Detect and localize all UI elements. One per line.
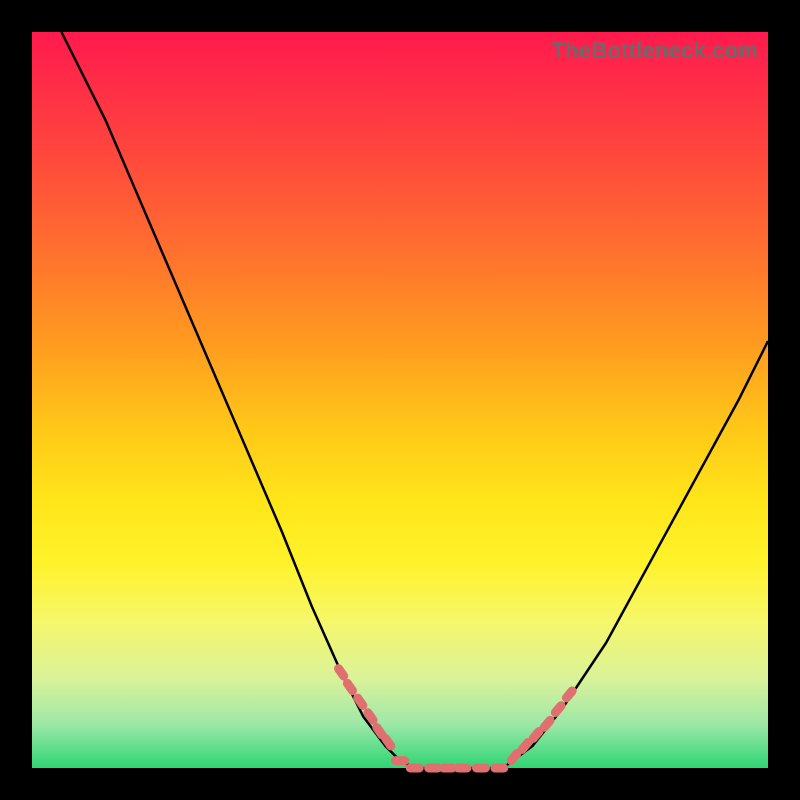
chart-svg [32, 32, 768, 768]
data-marker [406, 764, 424, 773]
data-marker [490, 764, 508, 773]
data-marker [454, 764, 472, 773]
data-marker [472, 764, 490, 773]
data-marker [391, 756, 409, 765]
plot-area: TheBottleneck.com [32, 32, 768, 768]
curve-group [61, 32, 768, 768]
bottleneck-curve-right [503, 341, 768, 768]
marker-group [332, 662, 578, 772]
bottleneck-curve-left [61, 32, 414, 768]
data-marker [549, 699, 567, 719]
chart-frame: TheBottleneck.com [0, 0, 800, 800]
